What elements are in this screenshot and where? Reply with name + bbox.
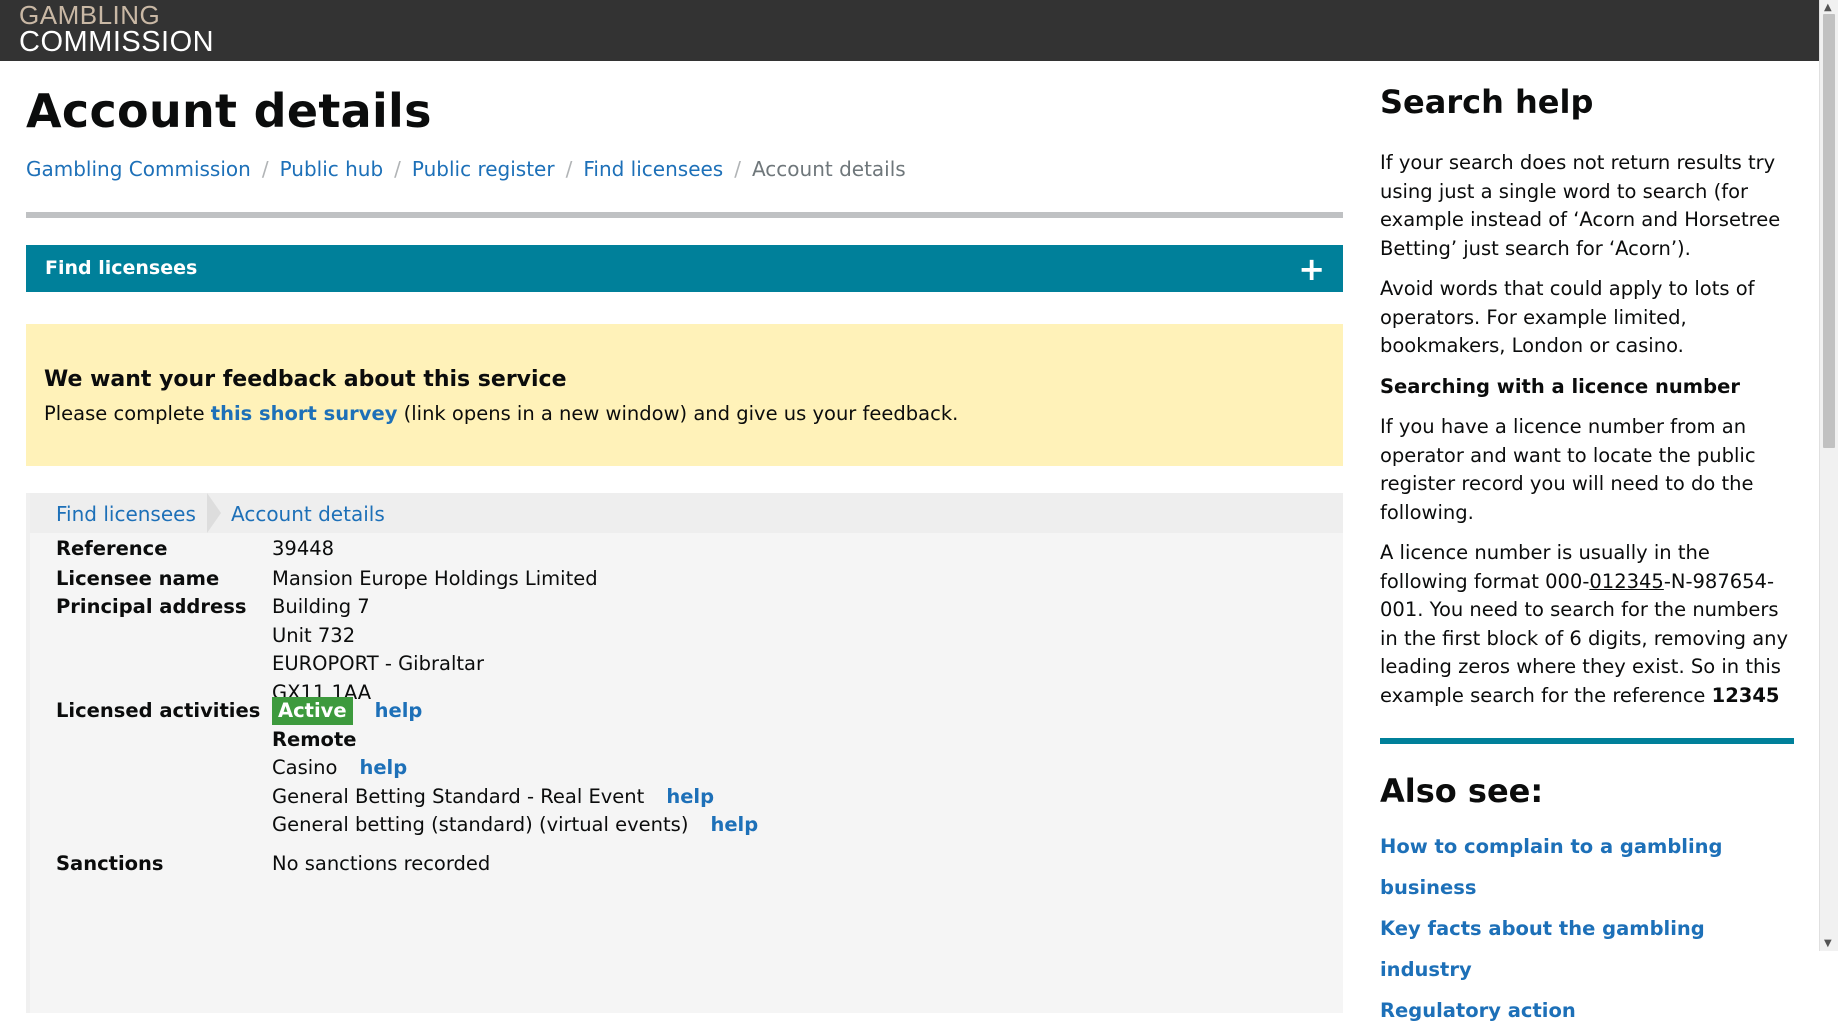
- licensee-name-label: Licensee name: [56, 567, 220, 590]
- feedback-text-after: (link opens in a new window) and give us…: [397, 402, 959, 425]
- page-title: Account details: [26, 84, 432, 138]
- feedback-banner: We want your feedback about this service…: [26, 324, 1343, 466]
- status-help-link[interactable]: help: [375, 699, 423, 722]
- breadcrumb: Gambling Commission / Public hub / Public re…: [26, 157, 906, 181]
- breadcrumb-current: Account details: [751, 157, 906, 181]
- activity-help-link[interactable]: help: [359, 756, 407, 779]
- activity-name: General betting (standard) (virtual even…: [272, 813, 689, 836]
- activity-name: Casino: [272, 756, 338, 779]
- scroll-down-icon[interactable]: ▼: [1824, 938, 1832, 949]
- breadcrumb-public-register[interactable]: Public register: [412, 157, 555, 181]
- feedback-text: Please complete this short survey (link …: [44, 402, 1325, 425]
- plus-icon[interactable]: +: [1298, 250, 1325, 288]
- address-line: Building 7: [272, 595, 370, 618]
- licensee-name-value: Mansion Europe Holdings Limited: [272, 567, 598, 590]
- logo-line-1: GAMBLING: [19, 0, 161, 30]
- licensed-activities-label: Licensed activities: [56, 699, 261, 722]
- breadcrumb-separator: /: [261, 157, 269, 181]
- activity-help-link[interactable]: help: [710, 813, 758, 836]
- search-help-sidebar: Search help If your search does not retu…: [1380, 61, 1794, 1031]
- gambling-commission-logo[interactable]: GAMBLING COMMISSION: [19, 2, 214, 57]
- breadcrumb-separator: /: [734, 157, 741, 181]
- licence-format-example: 12345: [1711, 683, 1780, 707]
- activity-item: General Betting Standard - Real Event hel…: [272, 783, 758, 812]
- activity-item: Casino help: [272, 754, 758, 783]
- search-help-paragraph: If you have a licence number from an ope…: [1380, 415, 1756, 524]
- also-see-links: How to complain to a gambling business K…: [1380, 826, 1794, 1031]
- licence-format-underlined: 012345: [1589, 569, 1664, 593]
- activity-item: General betting (standard) (virtual even…: [272, 811, 758, 840]
- breadcrumb-separator: /: [565, 157, 573, 181]
- activity-group-label: Remote: [272, 727, 357, 751]
- link-regulatory-action[interactable]: Regulatory action: [1380, 990, 1794, 1031]
- also-see-heading: Also see:: [1380, 772, 1544, 810]
- activity-help-link[interactable]: help: [666, 785, 714, 808]
- licence-number-subheading: Searching with a licence number: [1380, 374, 1740, 398]
- tab-find-licensees[interactable]: Find licensees: [56, 502, 196, 526]
- breadcrumb-gambling-commission[interactable]: Gambling Commission: [26, 157, 251, 181]
- find-licensees-accordion[interactable]: Find licensees +: [26, 245, 1343, 292]
- search-help-paragraph: If your search does not return results t…: [1380, 151, 1781, 260]
- address-line: EUROPORT - Gibraltar: [272, 652, 484, 675]
- principal-address-value: Building 7 Unit 732 EUROPORT - Gibraltar…: [272, 593, 484, 707]
- accordion-label: Find licensees: [45, 257, 198, 279]
- reference-label: Reference: [56, 537, 168, 560]
- link-complain[interactable]: How to complain to a gambling business: [1380, 826, 1794, 908]
- licence-format-paragraph: A licence number is usually in the follo…: [1380, 539, 1794, 710]
- feedback-text-before: Please complete: [44, 402, 211, 425]
- section-divider: [26, 212, 1343, 218]
- breadcrumb-separator: /: [394, 157, 401, 181]
- chevron-right-icon: [207, 493, 221, 533]
- sanctions-value: No sanctions recorded: [272, 852, 491, 875]
- logo-line-2: COMMISSION: [19, 26, 215, 58]
- search-help-title: Search help: [1380, 83, 1594, 121]
- account-details-panel: Find licensees Account details Reference…: [26, 493, 1343, 1013]
- principal-address-label: Principal address: [56, 595, 247, 618]
- activity-name: General Betting Standard - Real Event: [272, 784, 645, 808]
- address-line: Unit 732: [272, 623, 356, 647]
- site-header: GAMBLING COMMISSION: [0, 0, 1820, 61]
- panel-tabs: Find licensees Account details: [30, 493, 1343, 533]
- page-scrollbar[interactable]: ▲ ▼: [1819, 0, 1838, 951]
- status-badge: Active: [272, 697, 353, 725]
- sanctions-label: Sanctions: [56, 852, 164, 875]
- breadcrumb-public-hub[interactable]: Public hub: [280, 157, 384, 181]
- feedback-heading: We want your feedback about this service: [44, 367, 567, 392]
- survey-link[interactable]: this short survey: [211, 402, 398, 425]
- reference-value: 39448: [272, 537, 335, 560]
- breadcrumb-find-licensees[interactable]: Find licensees: [583, 157, 723, 181]
- main-content: Account details Gambling Commission / Publ…: [26, 61, 1343, 1013]
- sidebar-divider: [1380, 738, 1794, 744]
- tab-account-details[interactable]: Account details: [231, 502, 385, 526]
- scroll-thumb[interactable]: [1823, 14, 1835, 448]
- link-key-facts[interactable]: Key facts about the gambling industry: [1380, 908, 1794, 990]
- search-help-paragraph: Avoid words that could apply to lots of …: [1380, 277, 1755, 357]
- licensed-activities-value: Active help Remote Casino help General Bet…: [272, 697, 758, 840]
- scroll-up-icon[interactable]: ▲: [1824, 2, 1832, 13]
